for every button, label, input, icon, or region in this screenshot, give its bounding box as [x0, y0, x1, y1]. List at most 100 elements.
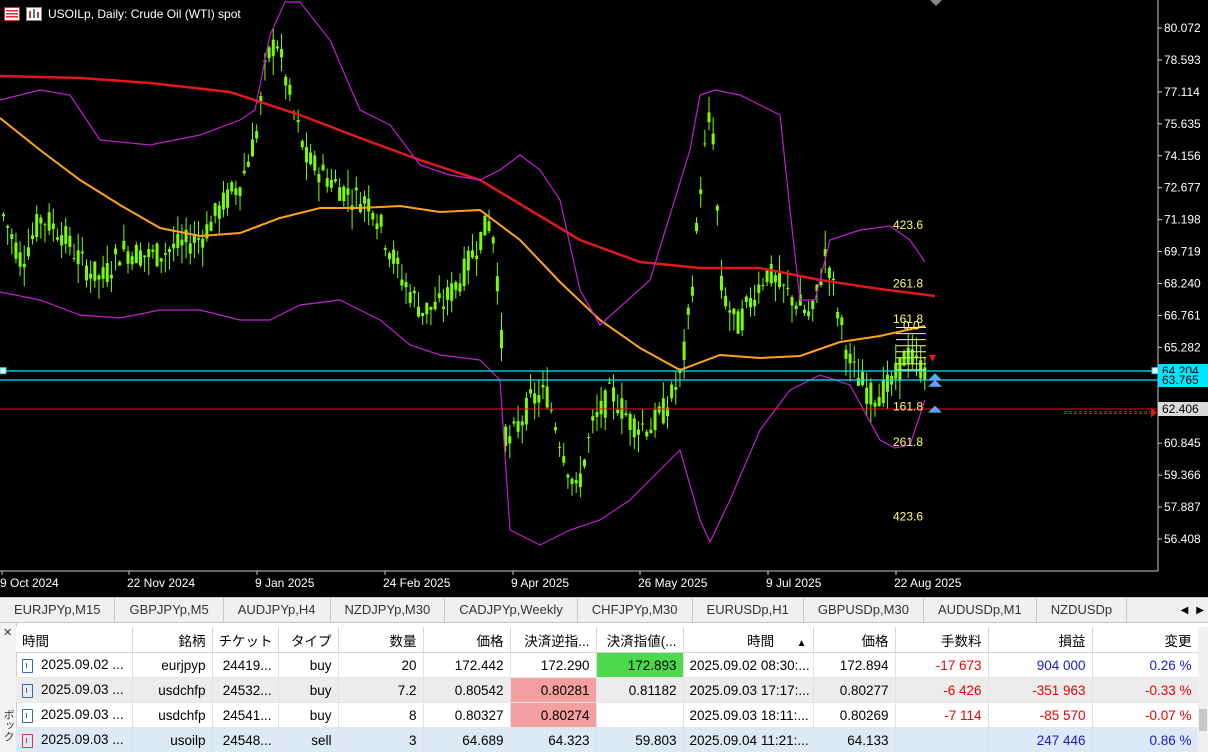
cell-sl[interactable]: 0.80281 — [510, 677, 597, 703]
cell-time: 2025.09.03 ... — [16, 702, 133, 728]
candle-body — [732, 308, 736, 315]
candle-body — [300, 140, 304, 148]
candle-body — [491, 237, 495, 244]
ma-short-line — [0, 117, 926, 372]
col-header-time2[interactable]: 時間 ▲ — [683, 627, 814, 653]
cell-tp[interactable]: 172.893 — [596, 652, 684, 678]
table-scrollbar[interactable] — [1198, 627, 1208, 752]
tab-nzdjpy-m30[interactable]: NZDJPYp,M30 — [331, 598, 446, 622]
cell-tp[interactable] — [596, 702, 684, 728]
line-handle-left[interactable] — [0, 367, 7, 375]
candle-body — [529, 389, 533, 394]
candle-body — [68, 235, 72, 247]
sort-arrow-icon: ▲ — [796, 637, 807, 649]
candle-body — [861, 372, 865, 386]
cell-tp[interactable]: 0.81182 — [596, 677, 684, 703]
col-header-commission[interactable]: 手数料 — [895, 627, 989, 653]
candle-body — [537, 395, 541, 403]
line-handle-right[interactable] — [1151, 367, 1159, 375]
table-row[interactable]: 2025.09.03 ... usoilp 24548... sell 3 64… — [16, 727, 1199, 752]
candle-body — [844, 349, 848, 359]
candle-body — [89, 273, 93, 279]
cell-time: 2025.09.03 ... — [16, 677, 133, 703]
cell-sl[interactable]: 0.80274 — [510, 702, 597, 728]
close-icon[interactable]: ✕ — [3, 626, 12, 639]
candle-body — [105, 263, 109, 282]
cell-volume: 20 — [338, 652, 424, 678]
candle-body — [587, 437, 591, 439]
candle-body — [811, 300, 815, 310]
col-header-price[interactable]: 価格 — [423, 627, 511, 653]
cell-change: -0.07 % — [1092, 702, 1199, 728]
tab-audjpy-h4[interactable]: AUDJPYp,H4 — [224, 598, 331, 622]
tab-scroll-left-icon[interactable]: ◀ — [1181, 605, 1189, 616]
candle-body — [309, 152, 313, 165]
candle-body — [354, 187, 358, 191]
tab-eurusd-h1[interactable]: EURUSDp,H1 — [693, 598, 804, 622]
candle-body — [483, 215, 487, 236]
col-header-ticket[interactable]: チケット — [212, 627, 279, 653]
cell-tp[interactable]: 59.803 — [596, 727, 684, 752]
price-tick-label: 59.366 — [1164, 468, 1201, 482]
candle-body — [122, 241, 126, 250]
candle-body — [230, 182, 234, 192]
price-tick-label: 77.114 — [1164, 85, 1200, 99]
col-header-symbol[interactable]: 銘柄 — [132, 627, 213, 653]
chart-bars-icon[interactable] — [26, 7, 42, 21]
candle-body — [39, 217, 43, 224]
price-chart[interactable]: 80.072 78.593 77.114 75.635 74.156 72.677 71.1… — [0, 0, 1208, 597]
col-header-sl[interactable]: 決済逆指... — [510, 627, 597, 653]
candle-body — [408, 292, 412, 304]
cell-sl[interactable]: 64.323 — [510, 727, 597, 752]
col-header-time[interactable]: 時間 — [16, 627, 133, 653]
candle-body — [500, 330, 503, 349]
tab-audusd-m1[interactable]: AUDUSDp,M1 — [924, 598, 1037, 622]
tab-gbpjpy-m5[interactable]: GBPJPYp,M5 — [115, 598, 224, 622]
col-header-type[interactable]: タイプ — [278, 627, 339, 653]
buy-arrow-icon[interactable] — [928, 379, 942, 387]
tab-scroll-right-icon[interactable]: ▶ — [1196, 605, 1204, 616]
col-header-profit[interactable]: 損益 — [988, 627, 1093, 653]
buy-arrow-icon[interactable] — [928, 373, 942, 381]
tab-chfjpy-m30[interactable]: CHFJPYp,M30 — [578, 598, 693, 622]
candle-body — [197, 238, 201, 240]
cell-volume: 8 — [338, 702, 424, 728]
price-level-label: 62.406 — [1162, 402, 1199, 416]
candle-body — [450, 283, 454, 301]
tab-eurjpy-m15[interactable]: EURJPYp,M15 — [0, 598, 116, 622]
table-row[interactable]: 2025.09.02 ... eurjpyp 24419... buy 20 1… — [16, 652, 1199, 678]
sell-arrow-icon[interactable] — [929, 354, 936, 362]
candle-body — [383, 248, 387, 250]
candle-body — [375, 223, 379, 230]
candle-body — [707, 112, 711, 123]
shift-marker-icon[interactable] — [930, 0, 942, 6]
tab-nzdusd[interactable]: NZDUSDp — [1037, 598, 1128, 622]
col-header-price2[interactable]: 価格 — [813, 627, 896, 653]
chart-menu-icon[interactable] — [4, 7, 20, 21]
col-header-volume[interactable]: 数量 — [338, 627, 424, 653]
candle-body — [620, 398, 624, 419]
candle-body — [201, 238, 205, 248]
candle-body — [437, 293, 441, 299]
candle-body — [14, 242, 18, 259]
table-row[interactable]: 2025.09.03 ... usdchfp 24541... buy 8 0.… — [16, 702, 1199, 728]
cell-profit: -351 963 — [988, 677, 1093, 703]
tab-cadjpy-weekly[interactable]: CADJPYp,Weekly — [445, 598, 578, 622]
col-header-change[interactable]: 変更 — [1092, 627, 1199, 653]
cell-ticket: 24419... — [212, 652, 279, 678]
price-tick-label: 68.240 — [1164, 277, 1201, 291]
tab-gbpusd-m30[interactable]: GBPUSDp,M30 — [804, 598, 924, 622]
chart-canvas[interactable]: 80.072 78.593 77.114 75.635 74.156 72.677 71.1… — [0, 0, 1208, 597]
cell-sl[interactable]: 172.290 — [510, 652, 597, 678]
table-scrollbar-thumb[interactable] — [1199, 709, 1207, 731]
col-header-tp[interactable]: 決済指値(... — [596, 627, 684, 653]
candle-body — [425, 302, 429, 315]
date-tick-label: 24 Feb 2025 — [383, 576, 451, 590]
table-row[interactable]: 2025.09.03 ... usdchfp 24532... buy 7.2 … — [16, 677, 1199, 703]
candle-body — [533, 393, 537, 404]
candle-body — [271, 39, 275, 57]
candle-body — [703, 143, 707, 145]
candle-body — [674, 387, 678, 390]
candle-body — [479, 231, 483, 251]
candle-body — [686, 307, 690, 315]
